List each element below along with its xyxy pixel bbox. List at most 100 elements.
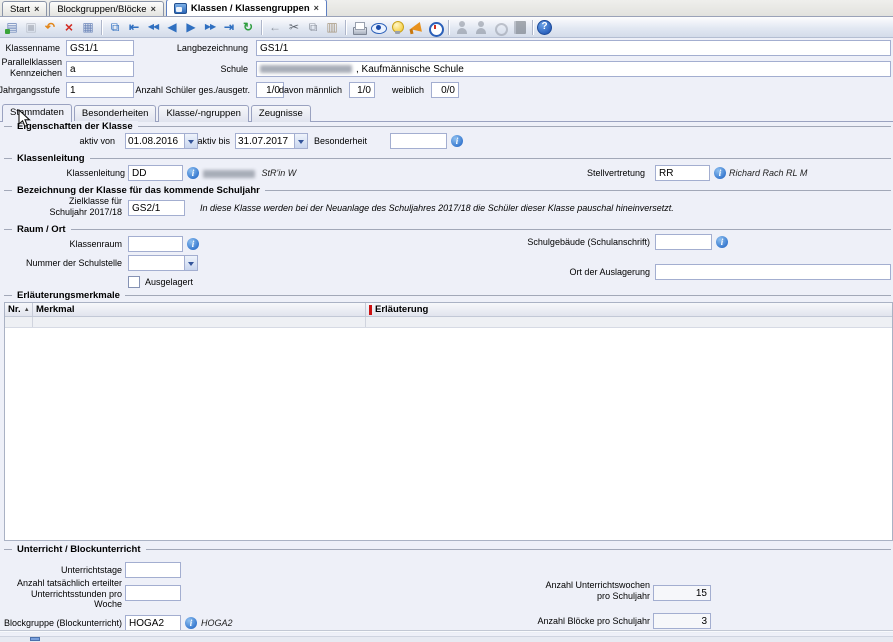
delete-record-icon[interactable]: × (60, 19, 78, 36)
aktiv-bis-input[interactable] (236, 134, 294, 148)
wochen-pro-schuljahr-input[interactable] (653, 585, 711, 601)
unterrichtstage-label: Unterrichtstage (61, 565, 122, 575)
unterrichtstage-input[interactable] (125, 562, 181, 578)
close-icon[interactable]: × (34, 4, 39, 14)
paste-icon[interactable]: ▥ (323, 19, 341, 36)
stellvertretung-input[interactable] (655, 165, 710, 181)
blockgruppe-label: Blockgruppe (Blockunterricht) (4, 618, 122, 628)
schule-field[interactable]: , Kaufmännische Schule (256, 61, 891, 77)
schulgebaeude-input[interactable] (655, 234, 712, 250)
refresh-icon[interactable]: ↻ (239, 19, 257, 36)
aktiv-bis-datepicker[interactable] (235, 133, 308, 149)
column-header-erlaeuterung[interactable]: Erläuterung (366, 303, 892, 316)
cut-icon[interactable]: ✂ (285, 19, 303, 36)
aktiv-von-datepicker[interactable] (125, 133, 198, 149)
back-icon[interactable]: ← (266, 19, 284, 36)
ausgelagert-checkbox[interactable] (128, 276, 140, 288)
klassenname-label: Klassenname (5, 43, 60, 53)
info-icon[interactable]: i (187, 238, 199, 250)
doc-tab-blockgruppen[interactable]: Blockgruppen/Blöcke × (49, 1, 164, 16)
help-icon[interactable]: ? (537, 20, 552, 35)
splitter-grip[interactable] (30, 637, 40, 641)
aktiv-bis-label: aktiv bis (197, 136, 230, 146)
klassenleitung-input[interactable] (128, 165, 183, 181)
info-icon[interactable]: i (716, 236, 728, 248)
langbezeichnung-label: Langbezeichnung (177, 43, 248, 53)
column-header-merkmal[interactable]: Merkmal (33, 303, 366, 316)
info-icon[interactable]: i (714, 167, 726, 179)
close-icon[interactable]: × (151, 4, 156, 14)
tab-zeugnisse[interactable]: Zeugnisse (251, 105, 311, 122)
zielklasse-input[interactable] (128, 200, 185, 216)
parallelklassen-input[interactable] (66, 61, 134, 77)
besonderheit-input[interactable] (390, 133, 447, 149)
stunden-pro-woche-input[interactable] (125, 585, 181, 601)
section-title: Raum / Ort (12, 224, 71, 235)
next-block-icon[interactable]: ▶▶ (201, 19, 219, 36)
bloecke-pro-schuljahr-input[interactable] (653, 613, 711, 629)
chevron-down-icon[interactable] (184, 256, 197, 270)
info-icon[interactable]: i (187, 167, 199, 179)
filter-cell[interactable] (366, 317, 892, 327)
schulstelle-input[interactable] (129, 256, 184, 270)
previous-block-icon[interactable]: ◀◀ (144, 19, 162, 36)
tab-klassengruppen[interactable]: Klasse/-ngruppen (158, 105, 248, 122)
megaphone-icon[interactable] (407, 19, 425, 36)
langbezeichnung-input[interactable] (256, 40, 891, 56)
jahrgangsstufe-input[interactable] (66, 82, 134, 98)
undo-icon[interactable]: ↶ (41, 19, 59, 36)
hint-lightbulb-icon[interactable] (388, 19, 406, 36)
tab-stammdaten[interactable]: Stammdaten (2, 104, 72, 122)
doc-tab-start[interactable]: Start × (2, 1, 47, 16)
last-record-icon[interactable]: ⇥ (220, 19, 238, 36)
notebook-icon[interactable] (510, 19, 528, 36)
chevron-down-icon[interactable] (184, 134, 197, 148)
alarm-clock-icon[interactable] (426, 19, 444, 36)
close-icon[interactable]: × (314, 3, 319, 13)
schule-value-suffix: , Kaufmännische Schule (356, 64, 464, 75)
schulgebaeude-label: Schulgebäude (Schulanschrift) (527, 237, 650, 247)
info-icon[interactable]: i (185, 617, 197, 629)
tab-besonderheiten[interactable]: Besonderheiten (74, 105, 157, 122)
weiblich-input[interactable] (431, 82, 459, 98)
schulstelle-dropdown[interactable] (128, 255, 198, 271)
copy-record-icon[interactable]: ⧉ (106, 19, 124, 36)
bloecke-pro-schuljahr-label: Anzahl Blöcke pro Schuljahr (537, 616, 650, 626)
section-zielklasse: Bezeichnung der Klasse für das kommende … (4, 190, 891, 191)
print-icon[interactable] (350, 19, 368, 36)
person-icon[interactable] (453, 19, 471, 36)
toolbar: ▤ ▣ ↶ × ▦ ⧉ ⇤ ◀◀ ◀ ▶ ▶▶ ⇥ ↻ ← ✂ ⧉ ▥ ? (0, 17, 893, 38)
edit-table-icon[interactable]: ▦ (79, 19, 97, 36)
filter-cell[interactable] (33, 317, 366, 327)
chevron-down-icon[interactable] (294, 134, 307, 148)
ausgelagert-label: Ausgelagert (145, 277, 193, 287)
wochen-pro-schuljahr-label: Anzahl Unterrichtswochen pro Schuljahr (545, 580, 650, 601)
person-group-icon[interactable] (472, 19, 490, 36)
aktiv-von-input[interactable] (126, 134, 184, 148)
auslagerung-input[interactable] (655, 264, 891, 280)
info-icon[interactable]: i (451, 135, 463, 147)
column-header-nr[interactable]: Nr. ▲ (5, 303, 33, 316)
copy-icon[interactable]: ⧉ (304, 19, 322, 36)
klassenraum-input[interactable] (128, 236, 183, 252)
toolbar-separator (345, 20, 346, 35)
next-record-icon[interactable]: ▶ (182, 19, 200, 36)
blockgruppe-input[interactable] (125, 615, 181, 631)
toolbar-separator (448, 20, 449, 35)
davon-maennlich-input[interactable] (349, 82, 375, 98)
klassenname-input[interactable] (66, 40, 134, 56)
aktiv-von-label: aktiv von (79, 136, 115, 146)
doc-tab-klassen[interactable]: Klassen / Klassengruppen × (166, 0, 327, 16)
table-header-row: Nr. ▲ Merkmal Erläuterung (5, 303, 892, 317)
save-icon[interactable]: ▣ (22, 19, 40, 36)
filter-cell[interactable] (5, 317, 33, 327)
preview-eye-icon[interactable] (369, 19, 387, 36)
section-title: Unterricht / Blockunterricht (12, 544, 146, 555)
previous-record-icon[interactable]: ◀ (163, 19, 181, 36)
first-record-icon[interactable]: ⇤ (125, 19, 143, 36)
badge-icon[interactable] (491, 19, 509, 36)
blockgruppe-hint: HOGA2 (201, 618, 233, 628)
new-record-icon[interactable]: ▤ (3, 19, 21, 36)
splitter-handle[interactable] (0, 630, 893, 633)
toolbar-separator (532, 20, 533, 35)
